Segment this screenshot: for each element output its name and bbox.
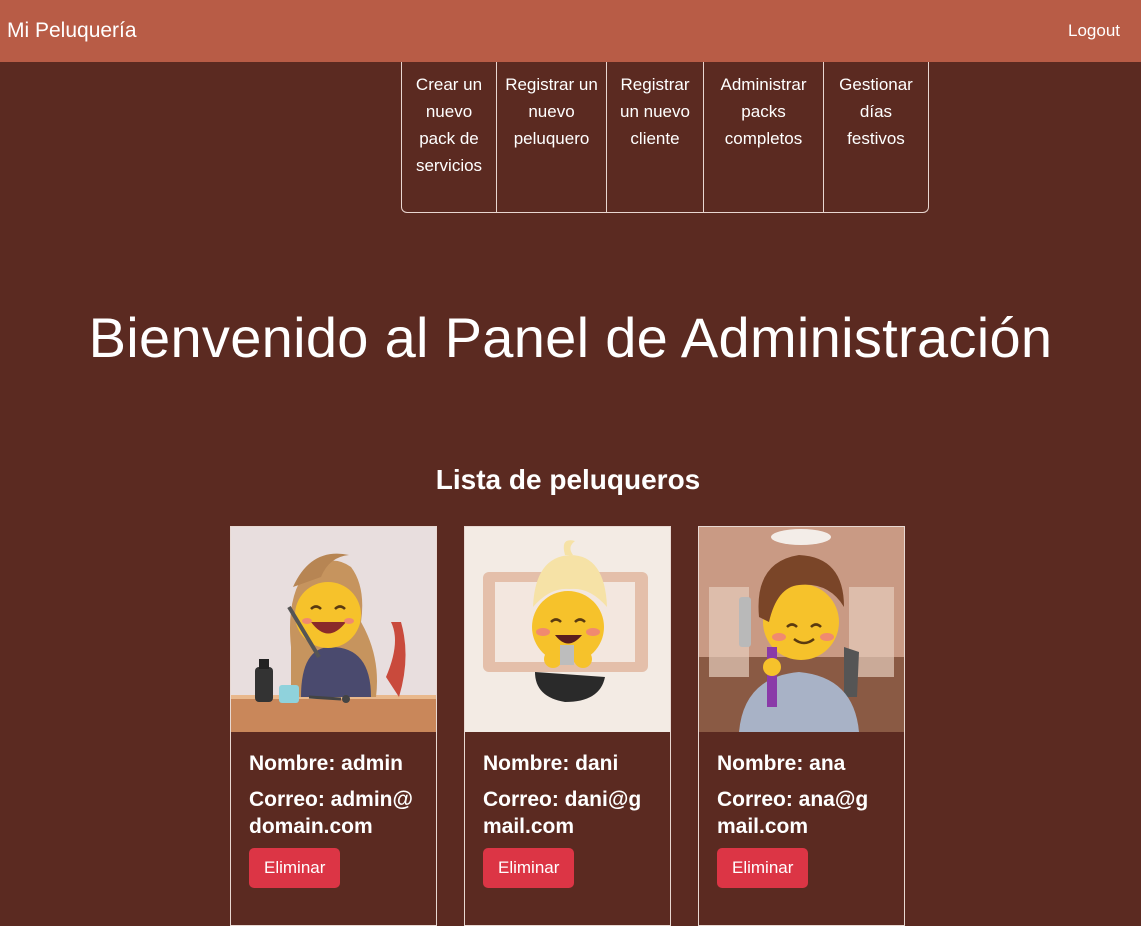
register-client-button[interactable]: Registrar un nuevo cliente [607, 62, 704, 212]
stylist-list-title: Lista de peluqueros [435, 464, 701, 495]
brand-link[interactable]: Mi Peluquería [7, 19, 137, 43]
navbar: Mi Peluquería Logout [0, 0, 1141, 62]
register-stylist-button[interactable]: Registrar un nuevo peluquero [497, 62, 607, 212]
stylist-email: Correo: ana@gmail.com [717, 788, 869, 838]
stylist-card: Nombre: admin Correo: admin@domain.com E… [230, 526, 437, 926]
manage-packs-button[interactable]: Administrar packs completos [704, 62, 824, 212]
delete-stylist-button[interactable]: Eliminar [717, 848, 809, 888]
stylist-card: Nombre: dani Correo: dani@gmail.com Elim… [464, 526, 671, 926]
stylist-avatar-image [465, 527, 670, 732]
page-title: Bienvenido al Panel de Administración [88, 306, 1053, 369]
stylist-card: Nombre: ana Correo: ana@gmail.com Elimin… [698, 526, 905, 926]
logout-link[interactable]: Logout [1068, 21, 1120, 41]
stylist-name: Nombre: admin [249, 752, 404, 775]
delete-stylist-button[interactable]: Eliminar [249, 848, 341, 888]
admin-actions-menu: Crear un nuevo pack de servicios Registr… [401, 62, 929, 213]
delete-stylist-button[interactable]: Eliminar [483, 848, 575, 888]
stylist-email: Correo: dani@gmail.com [483, 788, 642, 838]
stylist-email: Correo: admin@domain.com [249, 788, 413, 838]
create-service-pack-button[interactable]: Crear un nuevo pack de servicios [402, 62, 497, 212]
stylist-avatar-image [699, 527, 904, 732]
stylist-name: Nombre: ana [717, 752, 846, 775]
manage-holidays-button[interactable]: Gestionar días festivos [824, 62, 928, 212]
stylist-name: Nombre: dani [483, 752, 619, 775]
stylist-avatar-image [231, 527, 436, 732]
